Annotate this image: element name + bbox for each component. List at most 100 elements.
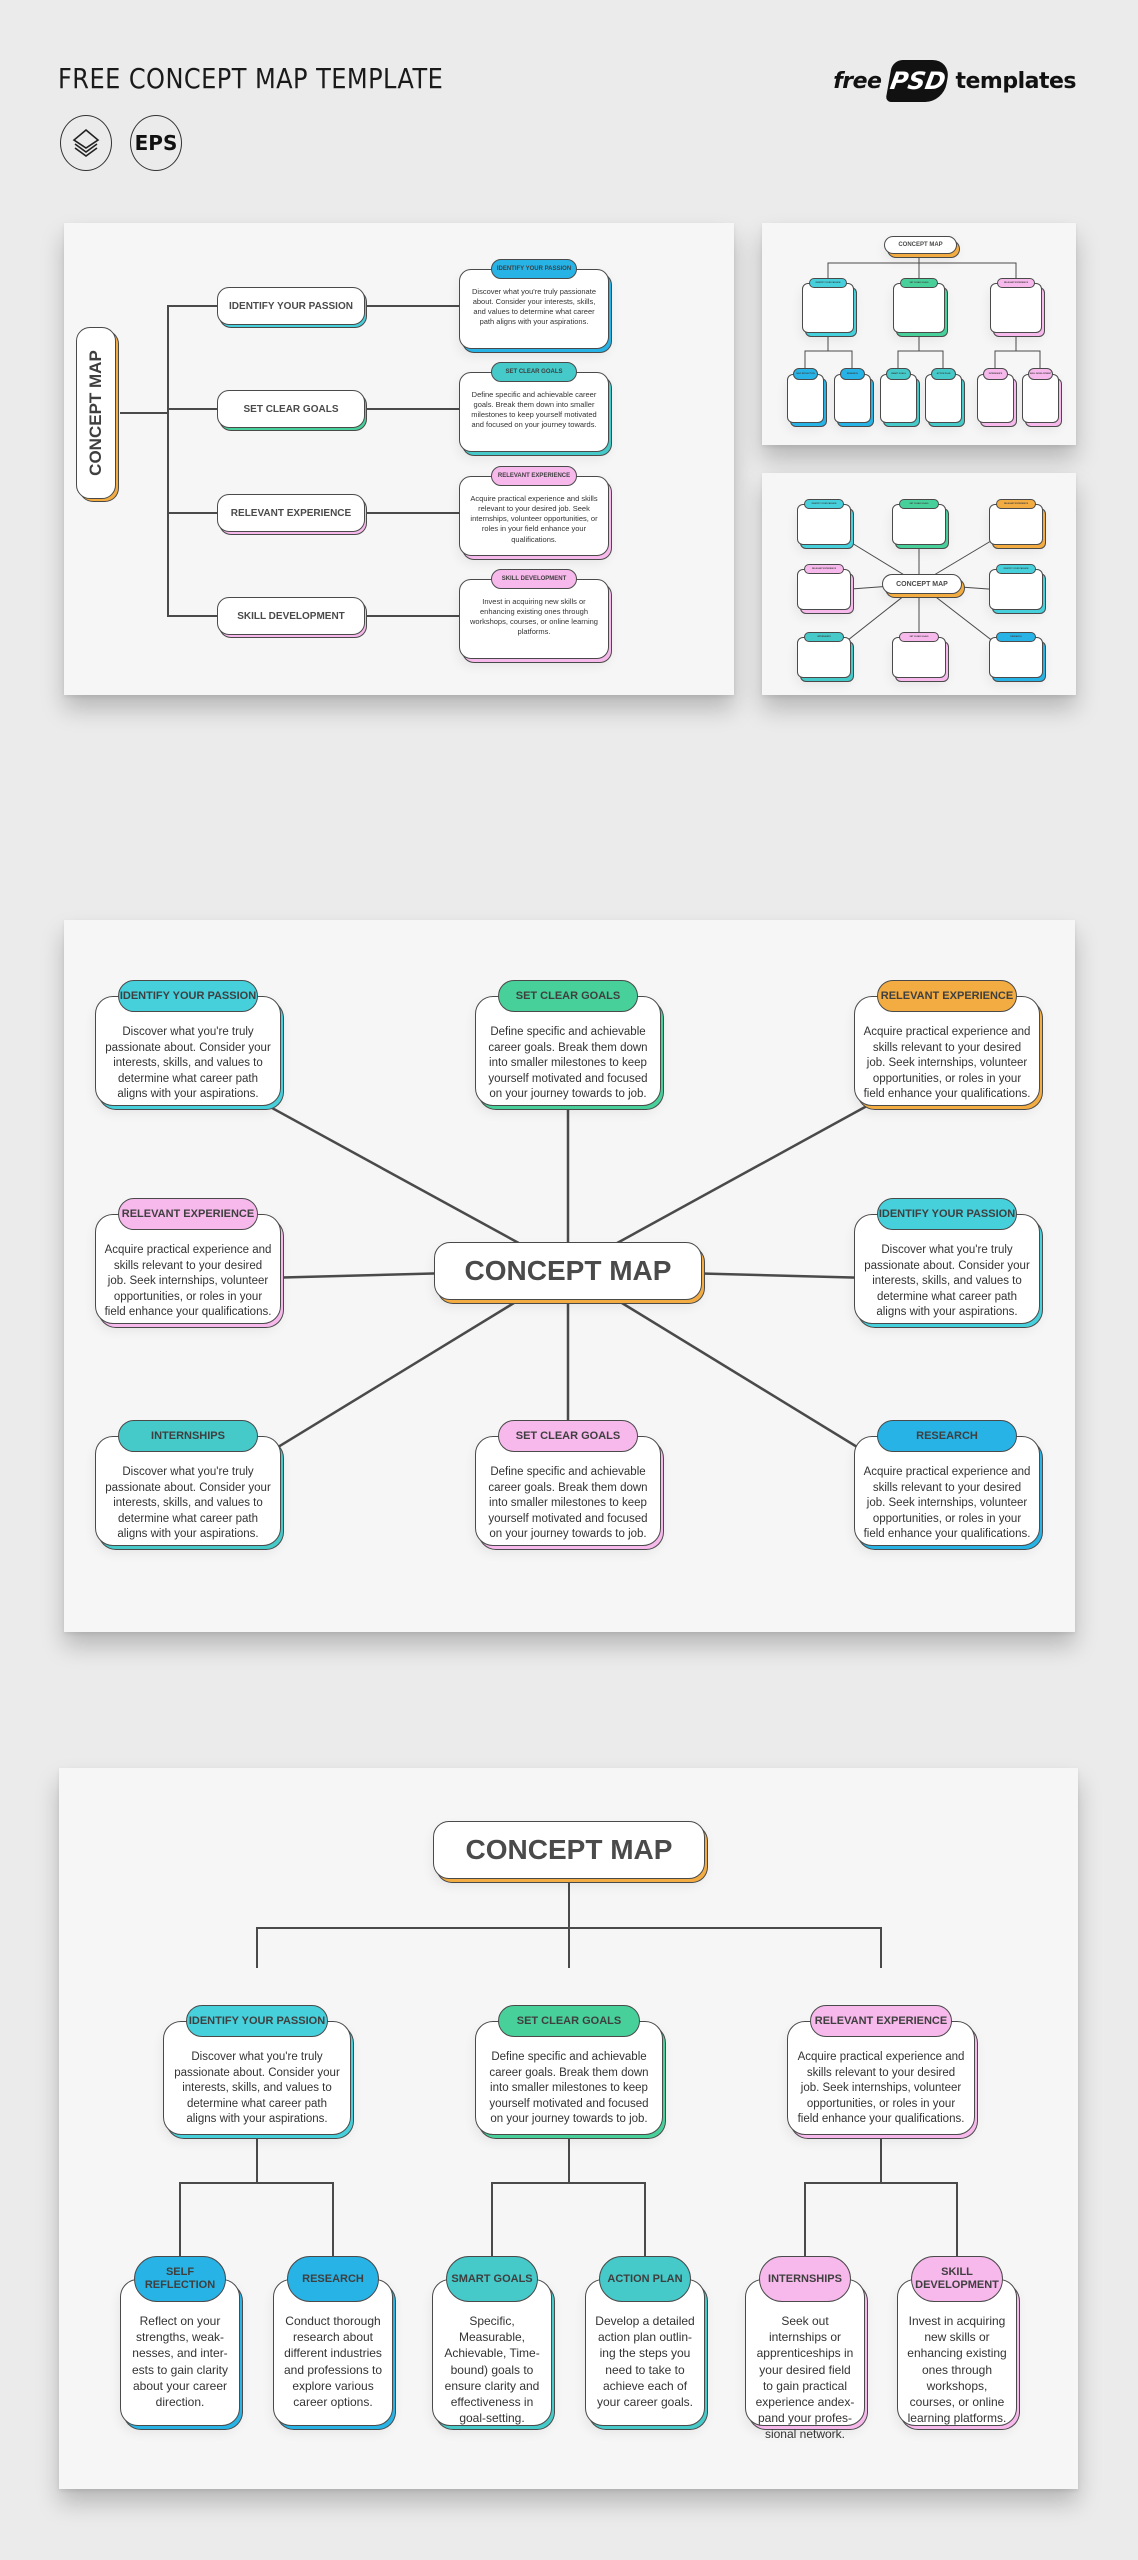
card-description: Seek out internships or apprenticeships … xyxy=(755,2314,855,2442)
concept-card: Acquire practical experience and skills … xyxy=(854,980,1040,1106)
card-tag: RELEVANT EXPERIENCE xyxy=(804,564,844,574)
root-label: CONCEPT MAP xyxy=(86,350,105,476)
card-description: Acquire practical experience and skills … xyxy=(470,494,598,544)
root-node: CONCEPT MAP xyxy=(882,574,962,594)
card-description: Invest in acquiring new skills or enhanc… xyxy=(470,597,598,637)
card-body: Acquire practical experience and skills … xyxy=(854,996,1040,1106)
card-tag: SET CLEAR GOALS xyxy=(498,1420,638,1452)
concept-card: Develop a detailed action plan outlin-in… xyxy=(585,2256,705,2426)
brand-templates: templates xyxy=(955,68,1076,94)
card-body xyxy=(797,504,851,545)
card-body xyxy=(989,569,1043,610)
card-tag: INTERNSHIPS xyxy=(759,2256,851,2302)
card-body: Discover what you're truly passionate ab… xyxy=(95,996,281,1106)
card-tag: IDENTIFY YOUR PASSION xyxy=(804,499,844,509)
concept-card: Invest in acquiring new skills or enhanc… xyxy=(459,569,609,659)
card-description: Discover what you're truly passionate ab… xyxy=(105,1466,271,1541)
card-tag: SELF REFLECTION xyxy=(793,368,818,380)
thumbnail-radial[interactable]: IDENTIFY YOUR PASSION SET CLEAR GOALS RELE… xyxy=(762,473,1076,695)
card-body xyxy=(892,504,946,545)
concept-card: Seek out internships or apprenticeships … xyxy=(745,2256,865,2441)
card-description: Acquire practical experience and skills … xyxy=(104,1244,272,1319)
card-description: Define specific and achievable career go… xyxy=(488,1026,648,1101)
card-tag: SET CLEAR GOALS xyxy=(900,278,938,288)
card-tag: ACTION PLAN xyxy=(931,368,956,380)
connector-line xyxy=(167,305,176,617)
card-tag: INTERNSHIPS xyxy=(118,1420,258,1452)
concept-card: Acquire practical experience and skills … xyxy=(787,2005,975,2135)
brand-mark: PSD xyxy=(885,60,952,102)
concept-card: IDENTIFY YOUR PASSION xyxy=(802,278,854,333)
card-tag: SMART GOALS xyxy=(446,2256,538,2302)
concept-card: Specific, Measurable, Achievable, Time-b… xyxy=(432,2256,552,2426)
connector-lines xyxy=(120,305,459,617)
concept-card: Acquire practical experience and skills … xyxy=(854,1420,1040,1546)
concept-card: Acquire practical experience and skills … xyxy=(459,466,609,556)
card-body: Define specific and achievable career go… xyxy=(475,996,661,1106)
card-tag: SET CLEAR GOALS xyxy=(491,362,577,382)
card-body xyxy=(990,283,1042,333)
preview-hierarchy-map: CONCEPT MAP Discover what you're truly pa… xyxy=(59,1768,1078,2489)
card-description: Conduct thorough research about differen… xyxy=(283,2314,383,2409)
thumbnail-hierarchy[interactable]: CONCEPT MAP IDENTIFY YOUR PASSION SET CLEA… xyxy=(762,223,1076,445)
card-tag: RELEVANT EXPERIENCE xyxy=(491,466,577,486)
card-tag: SET CLEAR GOALS xyxy=(899,499,939,509)
page-title: FREE CONCEPT MAP TEMPLATE xyxy=(58,62,444,95)
eps-badge: EPS xyxy=(130,115,182,171)
card-body xyxy=(797,637,851,678)
concept-card: INTERNSHIPS xyxy=(977,368,1014,423)
card-body: Acquire practical experience and skills … xyxy=(459,476,609,556)
concept-card: Reflect on your strengths, weak-nesses, … xyxy=(120,2256,240,2426)
card-tag: SET CLEAR GOALS xyxy=(498,980,638,1012)
concept-card: IDENTIFY YOUR PASSION xyxy=(989,564,1043,610)
connector-line xyxy=(804,350,853,368)
branch-node: IDENTIFY YOUR PASSION xyxy=(217,287,365,325)
card-tag: RELEVANT EXPERIENCE xyxy=(810,2005,952,2037)
card-tag: SET CLEAR GOALS xyxy=(899,632,939,642)
concept-card: Define specific and achievable career go… xyxy=(475,1420,661,1546)
card-tag: SKILL DEVELOPMENT xyxy=(1028,368,1053,380)
card-body xyxy=(787,374,824,423)
card-body: Discover what you're truly passionate ab… xyxy=(854,1214,1040,1324)
card-tag: IDENTIFY YOUR PASSION xyxy=(186,2005,328,2037)
concept-card: Conduct thorough research about differen… xyxy=(273,2256,393,2426)
card-description: Develop a detailed action plan outlin-in… xyxy=(595,2314,695,2409)
card-body xyxy=(977,374,1014,423)
concept-card: IDENTIFY YOUR PASSION xyxy=(797,499,851,545)
card-description: Discover what you're truly passionate ab… xyxy=(864,1244,1030,1319)
concept-card: Define specific and achievable career go… xyxy=(475,2005,663,2135)
concept-card: RELEVANT EXPERIENCE xyxy=(990,278,1042,333)
brand-logo: free PSD templates xyxy=(833,60,1076,102)
card-description: Specific, Measurable, Achievable, Time-b… xyxy=(444,2314,540,2426)
card-body xyxy=(893,283,945,333)
card-body xyxy=(802,283,854,333)
card-body: Acquire practical experience and skills … xyxy=(787,2021,975,2135)
concept-card: Discover what you're truly passionate ab… xyxy=(95,1420,281,1546)
card-body xyxy=(880,374,917,423)
branch-node: SKILL DEVELOPMENT xyxy=(217,597,365,635)
card-tag: RESEARCH xyxy=(840,368,865,380)
card-body xyxy=(989,504,1043,545)
card-tag: IDENTIFY YOUR PASSION xyxy=(996,564,1036,574)
card-body: Acquire practical experience and skills … xyxy=(95,1214,281,1324)
connector-line xyxy=(994,350,1041,368)
card-body: Define specific and achievable career go… xyxy=(475,2021,663,2135)
card-description: Acquire practical experience and skills … xyxy=(863,1026,1031,1101)
card-body xyxy=(834,374,871,423)
card-body xyxy=(892,637,946,678)
card-description: Define specific and achievable career go… xyxy=(489,2051,649,2126)
card-body: Acquire practical experience and skills … xyxy=(854,1436,1040,1546)
card-body: Define specific and achievable career go… xyxy=(475,1436,661,1546)
card-tag: IDENTIFY YOUR PASSION xyxy=(118,980,258,1012)
concept-card: Discover what you're truly passionate ab… xyxy=(854,1198,1040,1324)
card-tag: RELEVANT EXPERIENCE xyxy=(877,980,1017,1012)
preview-radial-map: Discover what you're truly passionate ab… xyxy=(64,920,1075,1632)
concept-card: SELF REFLECTION xyxy=(787,368,824,423)
card-description: Discover what you're truly passionate ab… xyxy=(472,287,596,327)
preview-horizontal-tree: CONCEPT MAP IDENTIFY YOUR PASSION Discover… xyxy=(64,223,734,695)
concept-card: Discover what you're truly passionate ab… xyxy=(95,980,281,1106)
card-description: Acquire practical experience and skills … xyxy=(863,1466,1031,1541)
concept-card: SET CLEAR GOALS xyxy=(892,499,946,545)
card-tag: RESEARCH xyxy=(877,1420,1017,1452)
card-description: Define specific and achievable career go… xyxy=(488,1466,648,1541)
